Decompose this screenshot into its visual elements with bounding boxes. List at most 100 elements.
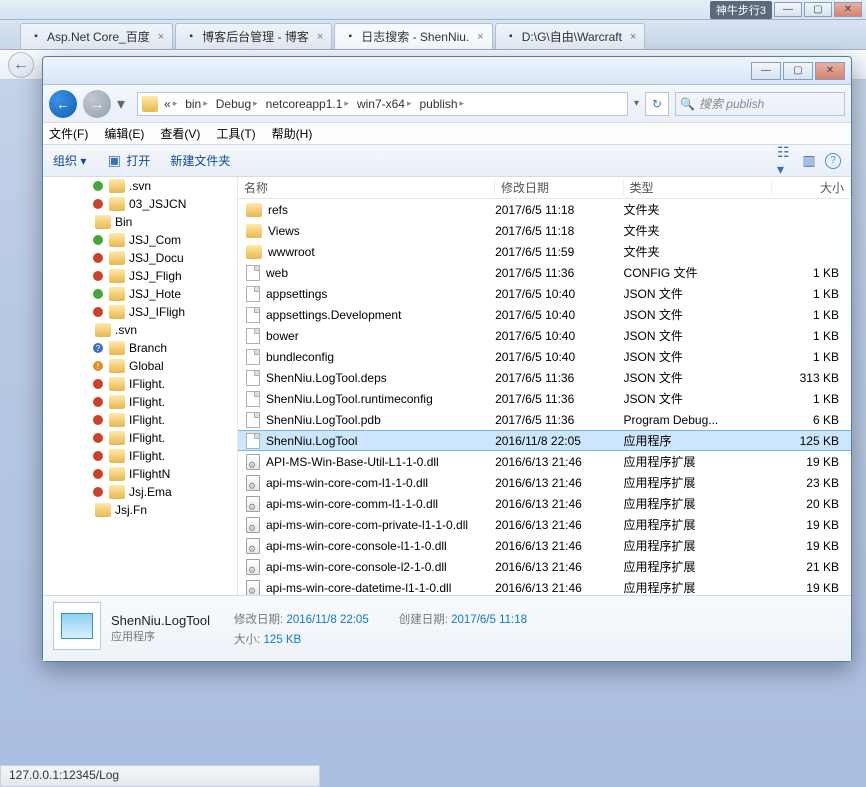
browser-tab[interactable]: ▪D:\G\自由\Warcraft× [495, 23, 646, 49]
file-row[interactable]: api-ms-win-core-datetime-l1-1-0.dll2016/… [238, 577, 851, 595]
nav-forward-button[interactable]: → [83, 90, 111, 118]
tree-item[interactable]: IFlightN [43, 465, 237, 483]
preview-pane-button[interactable]: ▥ [801, 153, 817, 169]
tree-item[interactable]: IFlight. [43, 393, 237, 411]
file-row[interactable]: ShenNiu.LogTool.runtimeconfig2017/6/5 11… [238, 388, 851, 409]
tab-close-icon[interactable]: × [630, 31, 636, 43]
browser-tab[interactable]: ▪日志搜索 - ShenNiu.× [334, 23, 492, 49]
file-row[interactable]: ShenNiu.LogTool2016/11/8 22:05应用程序125 KB [238, 430, 851, 451]
file-row[interactable]: Views2017/6/5 11:18文件夹 [238, 220, 851, 241]
breadcrumb-dropdown[interactable]: ▾ [634, 98, 639, 109]
col-size[interactable]: 大小 [772, 179, 851, 196]
tree-item[interactable]: Jsj.Fn [43, 501, 237, 519]
file-row[interactable]: api-ms-win-core-com-private-l1-1-0.dll20… [238, 514, 851, 535]
file-row[interactable]: wwwroot2017/6/5 11:59文件夹 [238, 241, 851, 262]
col-name[interactable]: 名称 [238, 179, 495, 196]
tree-item[interactable]: Jsj.Ema [43, 483, 237, 501]
file-row[interactable]: refs2017/6/5 11:18文件夹 [238, 199, 851, 220]
favicon-icon: ▪ [184, 30, 198, 44]
explorer-titlebar[interactable]: — ▢ ✕ [43, 57, 851, 85]
tree-item[interactable]: ?Branch [43, 339, 237, 357]
tree-item[interactable]: IFlight. [43, 375, 237, 393]
tree-item[interactable]: JSJ_Docu [43, 249, 237, 267]
open-button[interactable]: ▣ 打开 [106, 152, 150, 169]
nav-history-dropdown[interactable]: ▾ [117, 94, 131, 114]
file-row[interactable]: api-ms-win-core-console-l2-1-0.dll2016/6… [238, 556, 851, 577]
tree-item[interactable]: .svn [43, 321, 237, 339]
tree-item[interactable]: IFlight. [43, 411, 237, 429]
file-row[interactable]: appsettings.Development2017/6/5 10:40JSO… [238, 304, 851, 325]
file-row[interactable]: bower2017/6/5 10:40JSON 文件1 KB [238, 325, 851, 346]
browser-back-button[interactable]: ← [8, 52, 34, 78]
breadcrumb[interactable]: « ▸ bin ▸Debug ▸netcoreapp1.1 ▸win7-x64 … [137, 92, 628, 116]
new-folder-button[interactable]: 新建文件夹 [170, 152, 230, 169]
tree-pane[interactable]: .svn03_JSJCNBinJSJ_ComJSJ_DocuJSJ_FlighJ… [43, 177, 238, 595]
search-icon: 🔍 [680, 97, 695, 111]
file-row[interactable]: bundleconfig2017/6/5 10:40JSON 文件1 KB [238, 346, 851, 367]
file-icon [246, 286, 260, 302]
tab-close-icon[interactable]: × [158, 31, 164, 43]
breadcrumb-root[interactable]: « ▸ [160, 93, 181, 115]
file-pane[interactable]: 名称 修改日期 类型 大小 refs2017/6/5 11:18文件夹Views… [238, 177, 851, 595]
tree-item[interactable]: JSJ_IFligh [43, 303, 237, 321]
browser-max-button[interactable]: ▢ [804, 2, 832, 17]
file-row[interactable]: ShenNiu.LogTool.pdb2017/6/5 11:36Program… [238, 409, 851, 430]
tab-close-icon[interactable]: × [477, 31, 483, 43]
status-badge-icon [93, 451, 103, 461]
breadcrumb-item[interactable]: Debug ▸ [212, 93, 262, 115]
menu-help[interactable]: 帮助(H) [272, 125, 313, 142]
breadcrumb-item[interactable]: bin ▸ [181, 93, 212, 115]
tree-item[interactable]: .svn [43, 177, 237, 195]
organize-button[interactable]: 组织 ▾ [53, 152, 86, 169]
folder-icon [109, 395, 125, 409]
tree-item[interactable]: JSJ_Com [43, 231, 237, 249]
tree-item[interactable]: IFlight. [43, 429, 237, 447]
nav-back-button[interactable]: ← [49, 90, 77, 118]
explorer-navbar: ← → ▾ « ▸ bin ▸Debug ▸netcoreapp1.1 ▸win… [43, 85, 851, 123]
view-mode-button[interactable]: ☷ ▾ [777, 153, 793, 169]
breadcrumb-item[interactable]: publish ▸ [416, 93, 469, 115]
file-icon [246, 307, 260, 323]
explorer-close-button[interactable]: ✕ [815, 62, 845, 80]
menu-tools[interactable]: 工具(T) [216, 125, 255, 142]
tree-item[interactable]: JSJ_Fligh [43, 267, 237, 285]
browser-close-button[interactable]: ✕ [834, 2, 862, 17]
browser-min-button[interactable]: — [774, 2, 802, 17]
tree-item[interactable]: IFlight. [43, 447, 237, 465]
breadcrumb-item[interactable]: win7-x64 ▸ [353, 93, 416, 115]
open-icon: ▣ [106, 153, 122, 169]
menu-file[interactable]: 文件(F) [49, 125, 88, 142]
file-row[interactable]: api-ms-win-core-comm-l1-1-0.dll2016/6/13… [238, 493, 851, 514]
explorer-min-button[interactable]: — [751, 62, 781, 80]
file-row[interactable]: api-ms-win-core-console-l1-1-0.dll2016/6… [238, 535, 851, 556]
folder-icon [109, 305, 125, 319]
menu-view[interactable]: 查看(V) [160, 125, 200, 142]
dll-icon [246, 559, 260, 575]
file-row[interactable]: API-MS-Win-Base-Util-L1-1-0.dll2016/6/13… [238, 451, 851, 472]
search-input[interactable]: 🔍 搜索 publish [675, 92, 845, 116]
browser-tab[interactable]: ▪Asp.Net Core_百度× [20, 23, 173, 49]
col-type[interactable]: 类型 [624, 179, 772, 196]
file-row[interactable]: appsettings2017/6/5 10:40JSON 文件1 KB [238, 283, 851, 304]
file-row[interactable]: web2017/6/5 11:36CONFIG 文件1 KB [238, 262, 851, 283]
browser-tab[interactable]: ▪博客后台管理 - 博客× [175, 23, 332, 49]
status-badge-icon [93, 199, 103, 209]
help-button[interactable]: ? [825, 153, 841, 169]
tree-item[interactable]: 03_JSJCN [43, 195, 237, 213]
col-date[interactable]: 修改日期 [495, 179, 624, 196]
tree-item[interactable]: JSJ_Hote [43, 285, 237, 303]
tree-item[interactable]: Bin [43, 213, 237, 231]
column-headers: 名称 修改日期 类型 大小 [238, 177, 851, 199]
file-icon [246, 328, 260, 344]
folder-icon [246, 245, 262, 259]
tree-item[interactable]: !Global [43, 357, 237, 375]
status-badge-icon [93, 379, 103, 389]
dll-icon [246, 517, 260, 533]
refresh-button[interactable]: ↻ [645, 92, 669, 116]
tab-close-icon[interactable]: × [317, 31, 323, 43]
breadcrumb-item[interactable]: netcoreapp1.1 ▸ [262, 93, 353, 115]
explorer-max-button[interactable]: ▢ [783, 62, 813, 80]
file-row[interactable]: api-ms-win-core-com-l1-1-0.dll2016/6/13 … [238, 472, 851, 493]
file-row[interactable]: ShenNiu.LogTool.deps2017/6/5 11:36JSON 文… [238, 367, 851, 388]
menu-edit[interactable]: 编辑(E) [104, 125, 144, 142]
